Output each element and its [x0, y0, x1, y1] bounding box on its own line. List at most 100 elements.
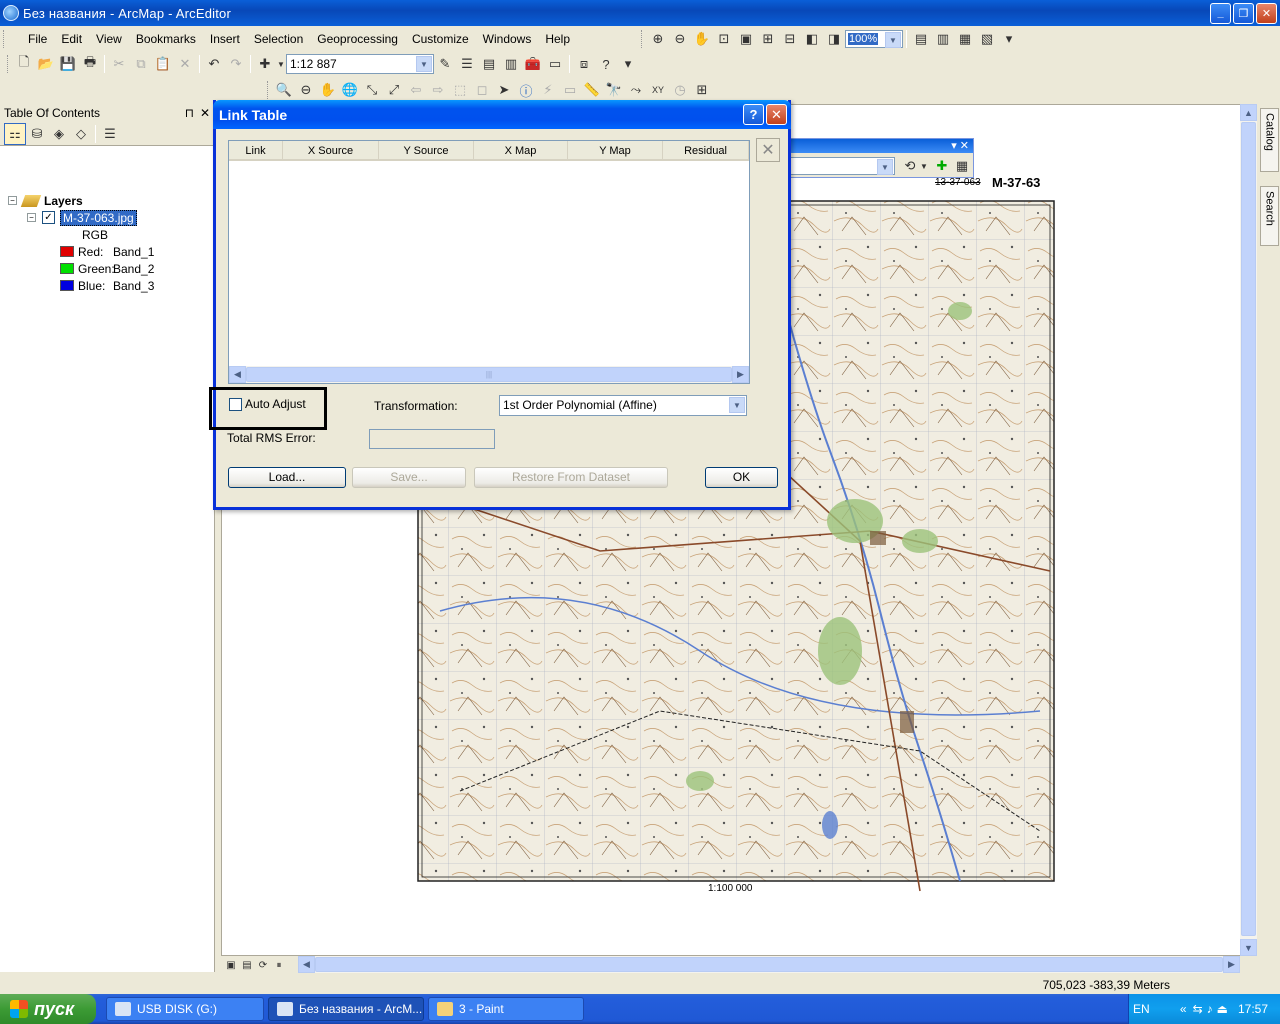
- whats-this-help-icon[interactable]: ?: [595, 53, 617, 75]
- scroll-left-icon[interactable]: ◀: [229, 366, 246, 383]
- time-slider-icon[interactable]: ◷: [669, 79, 691, 101]
- view-link-table-icon[interactable]: ▦: [951, 155, 973, 177]
- tools-toolbar-grip[interactable]: [267, 81, 270, 99]
- green-band-swatch[interactable]: [60, 263, 74, 274]
- scroll-left-icon[interactable]: ◀: [298, 956, 315, 973]
- menu-edit[interactable]: Edit: [54, 29, 89, 49]
- pin-icon[interactable]: ⊓: [185, 106, 194, 120]
- editor-toolbar-icon[interactable]: ✎: [434, 53, 456, 75]
- chevron-down-icon[interactable]: ▼: [416, 56, 432, 72]
- layer-name[interactable]: M-37-063.jpg: [60, 209, 137, 226]
- vertical-scroll-thumb[interactable]: [1241, 122, 1256, 936]
- modelbuilder-icon[interactable]: ⧈: [573, 53, 595, 75]
- open-icon[interactable]: 📂: [35, 53, 57, 75]
- map-vertical-scrollbar[interactable]: ▲ ▼: [1240, 104, 1257, 956]
- toolbar-options-icon[interactable]: ▾: [998, 28, 1020, 50]
- go-back-extent-icon[interactable]: ◧: [801, 28, 823, 50]
- redo-icon[interactable]: ↷: [225, 53, 247, 75]
- ok-button[interactable]: OK: [705, 467, 778, 488]
- band-blue-row[interactable]: Blue: Band_3: [60, 277, 154, 294]
- georeferencing-toolbar-caption[interactable]: ▾ ✕: [789, 139, 973, 153]
- measure-icon[interactable]: 📏: [581, 79, 603, 101]
- select-features-icon[interactable]: ⬚: [449, 79, 471, 101]
- arctoolbox-icon[interactable]: 🧰: [522, 53, 544, 75]
- menu-file[interactable]: File: [21, 29, 54, 49]
- standard-toolbar-grip[interactable]: [7, 55, 10, 73]
- zoom-out-icon[interactable]: ⊖: [295, 79, 317, 101]
- print-icon[interactable]: 🖶: [79, 53, 101, 75]
- chevron-down-icon[interactable]: ▼: [885, 32, 901, 48]
- chevron-down-icon[interactable]: ▼: [877, 159, 893, 175]
- column-link[interactable]: Link: [229, 141, 283, 159]
- maximize-button[interactable]: ❐: [1233, 2, 1254, 24]
- chevron-down-icon[interactable]: ▼: [729, 397, 745, 413]
- map-scale-combo[interactable]: 1:12 887 ▼: [286, 54, 434, 74]
- georef-layer-combo[interactable]: ▼: [789, 157, 895, 175]
- scroll-up-icon[interactable]: ▲: [1240, 104, 1257, 121]
- save-button[interactable]: Save...: [352, 467, 466, 488]
- task-arcmap[interactable]: Без названия - ArcM...: [268, 997, 424, 1021]
- column-y-source[interactable]: Y Source: [379, 141, 474, 159]
- clear-selection-icon[interactable]: ◻: [471, 79, 493, 101]
- restore-from-dataset-button[interactable]: Restore From Dataset: [474, 467, 668, 488]
- pause-drawing-icon[interactable]: ⏸: [271, 957, 287, 973]
- menu-windows[interactable]: Windows: [476, 29, 539, 49]
- band-red-row[interactable]: Red: Band_1: [60, 243, 154, 260]
- input-language-indicator[interactable]: EN: [1133, 1002, 1150, 1016]
- link-table-scrollbar[interactable]: ◀ ||| ▶: [229, 366, 749, 383]
- toc-close-icon[interactable]: ✕: [200, 106, 210, 120]
- catalog-window-icon[interactable]: ▤: [478, 53, 500, 75]
- undo-icon[interactable]: ↶: [203, 53, 225, 75]
- scroll-right-icon[interactable]: ▶: [732, 366, 749, 383]
- column-residual[interactable]: Residual: [663, 141, 749, 159]
- menu-view[interactable]: View: [89, 29, 129, 49]
- auto-adjust-checkbox-box[interactable]: [229, 397, 242, 411]
- toc-options-icon[interactable]: ☰: [99, 123, 121, 145]
- delete-link-button[interactable]: ✕: [756, 138, 780, 162]
- close-button[interactable]: ✕: [1256, 2, 1277, 24]
- identify-icon[interactable]: ⓘ: [515, 79, 537, 101]
- dialog-help-button[interactable]: ?: [743, 104, 764, 125]
- table-of-contents-icon[interactable]: ☰: [456, 53, 478, 75]
- list-by-source-icon[interactable]: ⛁: [26, 123, 48, 145]
- add-control-points-icon[interactable]: ✚: [931, 155, 953, 177]
- collapse-icon[interactable]: −: [8, 196, 17, 205]
- rotate-dropdown-icon[interactable]: ▼: [919, 155, 929, 177]
- list-by-selection-icon[interactable]: ◇: [70, 123, 92, 145]
- layout-view-icon[interactable]: ▤: [239, 957, 255, 973]
- clock[interactable]: 17:57: [1238, 1002, 1268, 1016]
- layers-node[interactable]: − Layers: [8, 192, 83, 209]
- go-to-xy-icon[interactable]: XY: [647, 79, 669, 101]
- html-popup-icon[interactable]: ▭: [559, 79, 581, 101]
- go-forward-icon[interactable]: ⇨: [427, 79, 449, 101]
- arcmap-app-icon[interactable]: [3, 5, 19, 21]
- fixed-zoom-out-icon[interactable]: ⊟: [779, 28, 801, 50]
- cut-icon[interactable]: ✂: [108, 53, 130, 75]
- task-usb-disk[interactable]: USB DISK (G:): [106, 997, 264, 1021]
- network-icon[interactable]: ⇆: [1193, 1002, 1203, 1016]
- data-view-icon[interactable]: ▣: [223, 957, 239, 973]
- column-x-map[interactable]: X Map: [474, 141, 568, 159]
- red-band-swatch[interactable]: [60, 246, 74, 257]
- add-data-icon[interactable]: ✚: [254, 53, 276, 75]
- minimize-button[interactable]: _: [1210, 2, 1231, 24]
- zoom-100-icon[interactable]: ▣: [735, 28, 757, 50]
- go-back-icon[interactable]: ⇦: [405, 79, 427, 101]
- toggle-draft-mode-icon[interactable]: ▤: [910, 28, 932, 50]
- find-route-icon[interactable]: ⤳: [625, 79, 647, 101]
- new-document-icon[interactable]: 🗋: [13, 53, 35, 75]
- fixed-zoom-out-icon[interactable]: ⤢: [383, 79, 405, 101]
- link-table-scroll-thumb[interactable]: |||: [246, 367, 732, 382]
- layer-node[interactable]: − ✓ M-37-063.jpg: [27, 209, 137, 226]
- scroll-right-icon[interactable]: ▶: [1223, 956, 1240, 973]
- list-by-drawing-order-icon[interactable]: ⚏: [4, 122, 26, 145]
- pan-layout-icon[interactable]: ✋: [691, 28, 713, 50]
- copy-icon[interactable]: ⧉: [130, 53, 152, 75]
- zoom-in-layout-icon[interactable]: ⊕: [647, 28, 669, 50]
- collapse-icon[interactable]: −: [27, 213, 36, 222]
- auto-adjust-checkbox[interactable]: Auto Adjust: [229, 397, 306, 411]
- toolbar-options-icon[interactable]: ▾: [617, 53, 639, 75]
- start-button[interactable]: пуск: [0, 994, 96, 1024]
- scroll-down-icon[interactable]: ▼: [1240, 939, 1257, 956]
- menu-geoprocessing[interactable]: Geoprocessing: [310, 29, 405, 49]
